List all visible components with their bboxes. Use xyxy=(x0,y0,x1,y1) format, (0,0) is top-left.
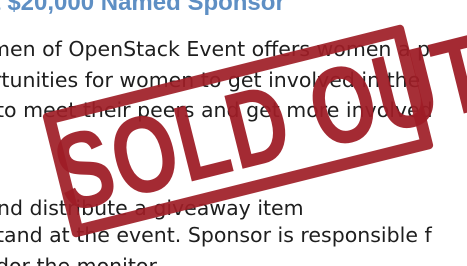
page: it $20,000 Named Sponsor men of OpenStac… xyxy=(0,0,467,266)
benefit-line: tand at the event. Sponsor is responsibl… xyxy=(0,223,432,247)
benefit-line: dor the monitor xyxy=(0,254,157,266)
sponsor-heading: it $20,000 Named Sponsor xyxy=(0,0,285,16)
